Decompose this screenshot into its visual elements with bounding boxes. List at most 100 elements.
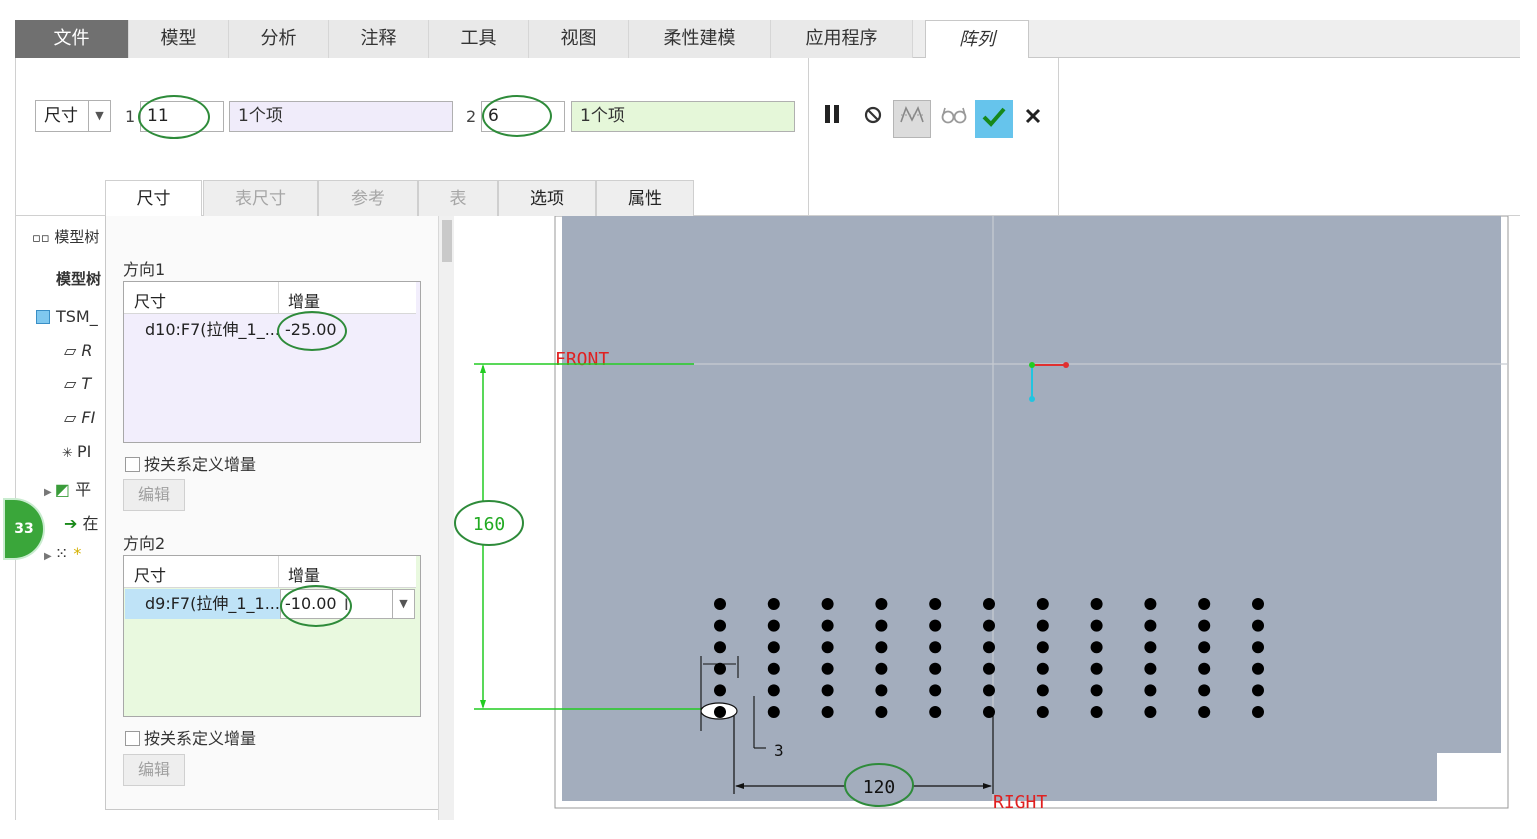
tab-analysis[interactable]: 分析: [229, 20, 329, 58]
tab-pattern[interactable]: 阵列: [925, 20, 1029, 59]
pattern-hole[interactable]: [1090, 662, 1103, 675]
graphics-canvas[interactable]: FRONT RIGHT 160 120 3: [454, 215, 1520, 820]
pattern-hole[interactable]: [821, 684, 834, 697]
no-preview-icon[interactable]: [854, 100, 892, 138]
pattern-hole[interactable]: [767, 598, 780, 610]
subtab-table-dimensions[interactable]: 表尺寸: [203, 180, 318, 216]
close-icon[interactable]: [1014, 100, 1052, 138]
tree-item-datum-plane-front[interactable]: ▱ FI: [64, 408, 95, 427]
pattern-hole[interactable]: [983, 619, 995, 632]
pattern-hole[interactable]: [983, 598, 995, 610]
direction2-relation-checkbox[interactable]: 按关系定义增量: [125, 725, 256, 749]
pattern-hole[interactable]: [714, 641, 726, 654]
pattern-hole[interactable]: [1036, 684, 1049, 697]
tree-item-root[interactable]: TSM_: [36, 307, 98, 326]
increment-value[interactable]: -25.00: [285, 315, 337, 345]
pattern-hole[interactable]: [875, 662, 888, 675]
pattern-hole[interactable]: [929, 641, 942, 654]
pattern-hole[interactable]: [983, 641, 995, 654]
pattern-hole[interactable]: [929, 598, 942, 610]
pattern-hole[interactable]: [1198, 706, 1211, 718]
pattern-hole[interactable]: [767, 662, 780, 675]
pattern-hole[interactable]: [1252, 684, 1264, 697]
pattern-hole[interactable]: [714, 684, 726, 697]
pattern-hole[interactable]: [983, 662, 995, 675]
table-row[interactable]: d9:F7(拉伸_1_1... -10.00 I ▼: [125, 589, 415, 619]
tree-item-insert-here[interactable]: ➔ 在: [64, 510, 99, 534]
increment-value[interactable]: -10.00: [285, 589, 337, 619]
chevron-down-icon[interactable]: ▼: [392, 590, 414, 618]
scrollbar-thumb[interactable]: [442, 220, 452, 262]
pattern-hole[interactable]: [1144, 641, 1157, 654]
tab-flexible-modeling[interactable]: 柔性建模: [629, 20, 771, 58]
pattern-hole[interactable]: [767, 706, 780, 718]
pattern-hole[interactable]: [714, 662, 726, 675]
pattern-hole[interactable]: [1036, 662, 1049, 675]
pattern-hole[interactable]: [1144, 598, 1157, 610]
subtab-references[interactable]: 参考: [318, 180, 418, 216]
expand-arrow-icon[interactable]: ▶: [44, 487, 55, 498]
pattern-hole[interactable]: [1252, 598, 1264, 610]
geometry-preview-icon[interactable]: [893, 100, 931, 138]
direction1-edit-button[interactable]: 编辑: [123, 479, 185, 511]
tree-item-coordinate-system[interactable]: ✳ PI: [62, 442, 91, 461]
pattern-hole[interactable]: [875, 684, 888, 697]
pattern-hole[interactable]: [1252, 662, 1264, 675]
pattern-hole[interactable]: [1144, 619, 1157, 632]
pattern-hole[interactable]: [714, 598, 726, 610]
pattern-hole[interactable]: [821, 706, 834, 718]
model-tree-header[interactable]: ▫▫ 模型树: [32, 226, 99, 247]
tab-annotate[interactable]: 注释: [329, 20, 429, 58]
panel-scrollbar[interactable]: [438, 216, 454, 820]
direction1-items-collector[interactable]: 1个项: [229, 101, 453, 132]
expand-arrow-icon[interactable]: ▶: [44, 551, 55, 562]
pattern-hole[interactable]: [1036, 598, 1049, 610]
tree-item-feature-plane[interactable]: ▶ ◩ 平: [44, 476, 91, 500]
direction2-edit-button[interactable]: 编辑: [123, 754, 185, 786]
subtab-tables[interactable]: 表: [418, 180, 498, 216]
direction2-count-input[interactable]: 6: [481, 101, 565, 132]
direction1-count-input[interactable]: 11: [140, 101, 224, 132]
pattern-hole[interactable]: [1144, 684, 1157, 697]
tree-item-datum-plane-top[interactable]: ▱ T: [64, 374, 91, 393]
pattern-hole[interactable]: [1036, 619, 1049, 632]
glasses-icon[interactable]: [935, 100, 973, 138]
subtab-options[interactable]: 选项: [498, 180, 596, 216]
pause-icon[interactable]: [813, 100, 851, 138]
pattern-hole[interactable]: [875, 598, 888, 610]
pattern-hole[interactable]: [1090, 641, 1103, 654]
pattern-hole[interactable]: [1198, 662, 1211, 675]
pattern-hole[interactable]: [821, 598, 834, 610]
pattern-hole[interactable]: [929, 706, 942, 718]
pattern-hole[interactable]: [1198, 641, 1211, 654]
tab-view[interactable]: 视图: [529, 20, 629, 58]
subtab-dimensions[interactable]: 尺寸: [105, 180, 202, 216]
pattern-hole[interactable]: [1036, 706, 1049, 718]
pattern-hole[interactable]: [1090, 619, 1103, 632]
pattern-hole[interactable]: [875, 641, 888, 654]
tree-item-pattern[interactable]: ▶ ⁙ *: [44, 544, 81, 563]
pattern-hole[interactable]: [1090, 684, 1103, 697]
pattern-hole[interactable]: [929, 684, 942, 697]
pattern-hole[interactable]: [1252, 641, 1264, 654]
pattern-hole[interactable]: [767, 641, 780, 654]
tab-applications[interactable]: 应用程序: [771, 20, 913, 58]
pattern-hole[interactable]: [714, 706, 726, 718]
checkbox[interactable]: [125, 731, 140, 746]
checkmark-icon[interactable]: [975, 100, 1013, 138]
pattern-hole[interactable]: [1090, 598, 1103, 610]
pattern-hole[interactable]: [767, 684, 780, 697]
checkbox[interactable]: [125, 457, 140, 472]
direction2-items-collector[interactable]: 1个项: [571, 101, 795, 132]
pattern-hole[interactable]: [1198, 619, 1211, 632]
tree-item-datum-plane-right[interactable]: ▱ R: [64, 341, 93, 360]
pattern-hole[interactable]: [1198, 598, 1211, 610]
pattern-hole[interactable]: [983, 684, 995, 697]
pattern-type-select[interactable]: 尺寸 ▼: [35, 100, 111, 132]
pattern-hole[interactable]: [983, 706, 995, 718]
pattern-hole[interactable]: [1144, 662, 1157, 675]
pattern-hole[interactable]: [1036, 641, 1049, 654]
pattern-hole[interactable]: [1252, 706, 1264, 718]
direction1-relation-checkbox[interactable]: 按关系定义增量: [125, 451, 256, 475]
pattern-hole[interactable]: [1198, 684, 1211, 697]
